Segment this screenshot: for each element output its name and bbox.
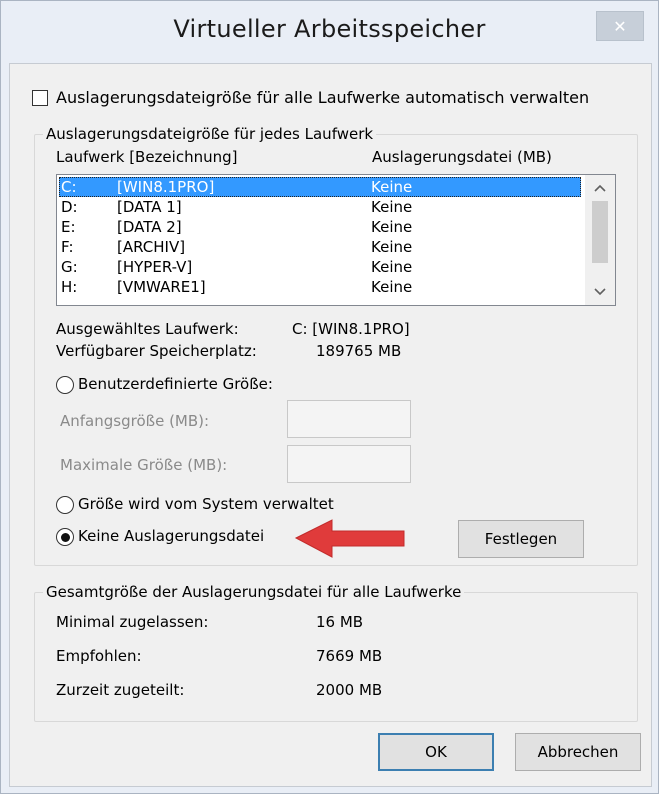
recommended-value: 7669 MB (316, 647, 383, 665)
drive-listbox[interactable]: C: [WIN8.1PRO] Keine D: [DATA 1] Keine E… (56, 174, 616, 306)
free-space-label: Verfügbarer Speicherplatz: (56, 342, 257, 360)
drive-row[interactable]: C: [WIN8.1PRO] Keine (59, 177, 581, 197)
initial-size-label: Anfangsgröße (MB): (60, 412, 210, 430)
drive-pagefile: Keine (371, 258, 413, 276)
drive-letter: G: (61, 258, 78, 276)
drive-pagefile: Keine (371, 198, 413, 216)
currently-allocated-label: Zurzeit zugeteilt: (56, 681, 185, 699)
dialog-window: Virtueller Arbeitsspeicher ✕ Auslagerung… (0, 0, 659, 794)
dialog-client: Auslagerungsdateigröße für alle Laufwerk… (9, 63, 652, 787)
auto-manage-label[interactable]: Auslagerungsdateigröße für alle Laufwerk… (56, 88, 589, 107)
col-header-drive: Laufwerk [Bezeichnung] (56, 148, 238, 166)
max-size-label: Maximale Größe (MB): (60, 456, 228, 474)
cancel-button[interactable]: Abbrechen (515, 733, 641, 771)
set-button-label: Festlegen (484, 530, 558, 548)
min-allowed-value: 16 MB (316, 613, 364, 631)
drive-label: [VMWARE1] (117, 278, 206, 296)
system-managed-label[interactable]: Größe wird vom System verwaltet (78, 495, 334, 513)
drive-letter: H: (61, 278, 78, 296)
drive-pagefile: Keine (371, 238, 413, 256)
total-group-legend: Gesamtgröße der Auslagerungsdatei für al… (43, 583, 465, 601)
drive-row[interactable]: D: [DATA 1] Keine (59, 197, 581, 217)
custom-size-radio[interactable] (56, 376, 74, 394)
col-header-pagefile: Auslagerungsdatei (MB) (372, 148, 552, 166)
scrollbar-thumb[interactable] (592, 201, 608, 263)
drive-group-legend: Auslagerungsdateigröße für jedes Laufwer… (43, 125, 377, 143)
custom-size-label[interactable]: Benutzerdefinierte Größe: (78, 375, 273, 393)
chevron-up-icon[interactable] (594, 184, 606, 192)
drive-label: [DATA 2] (117, 218, 182, 236)
drive-row[interactable]: F: [ARCHIV] Keine (59, 237, 581, 257)
red-arrow-annotation (294, 519, 405, 558)
max-size-input[interactable] (287, 445, 411, 483)
currently-allocated-value: 2000 MB (316, 681, 383, 699)
set-button[interactable]: Festlegen (458, 520, 584, 558)
drive-pagefile: Keine (371, 278, 413, 296)
drive-letter: C: (61, 178, 77, 196)
drive-row[interactable]: G: [HYPER-V] Keine (59, 257, 581, 277)
drive-pagefile: Keine (371, 218, 413, 236)
chevron-down-icon[interactable] (594, 288, 606, 296)
ok-button[interactable]: OK (378, 733, 494, 771)
drive-letter: F: (61, 238, 74, 256)
free-space-value: 189765 MB (316, 342, 402, 360)
no-pagefile-label[interactable]: Keine Auslagerungsdatei (78, 527, 264, 545)
cancel-button-label: Abbrechen (537, 743, 619, 761)
system-managed-radio[interactable] (56, 496, 74, 514)
close-button[interactable]: ✕ (596, 11, 644, 41)
no-pagefile-radio[interactable] (56, 528, 74, 546)
drive-label: [WIN8.1PRO] (117, 178, 215, 196)
drive-label: [DATA 1] (117, 198, 182, 216)
drive-row[interactable]: H: [VMWARE1] Keine (59, 277, 581, 297)
drive-label: [ARCHIV] (117, 238, 186, 256)
min-allowed-label: Minimal zugelassen: (56, 613, 209, 631)
drive-letter: E: (61, 218, 76, 236)
drive-pagefile: Keine (371, 178, 413, 196)
drive-label: [HYPER-V] (117, 258, 193, 276)
drive-letter: D: (61, 198, 78, 216)
selected-drive-value: C: [WIN8.1PRO] (292, 320, 410, 338)
selected-drive-label: Ausgewähltes Laufwerk: (56, 320, 239, 338)
drive-row[interactable]: E: [DATA 2] Keine (59, 217, 581, 237)
ok-button-label: OK (425, 743, 447, 761)
listbox-scrollbar[interactable] (585, 175, 615, 305)
recommended-label: Empfohlen: (56, 647, 142, 665)
initial-size-input[interactable] (287, 400, 411, 438)
close-icon: ✕ (613, 16, 627, 36)
window-title: Virtueller Arbeitsspeicher (173, 15, 486, 43)
auto-manage-checkbox[interactable] (32, 90, 48, 106)
radio-selected-dot (60, 532, 70, 542)
